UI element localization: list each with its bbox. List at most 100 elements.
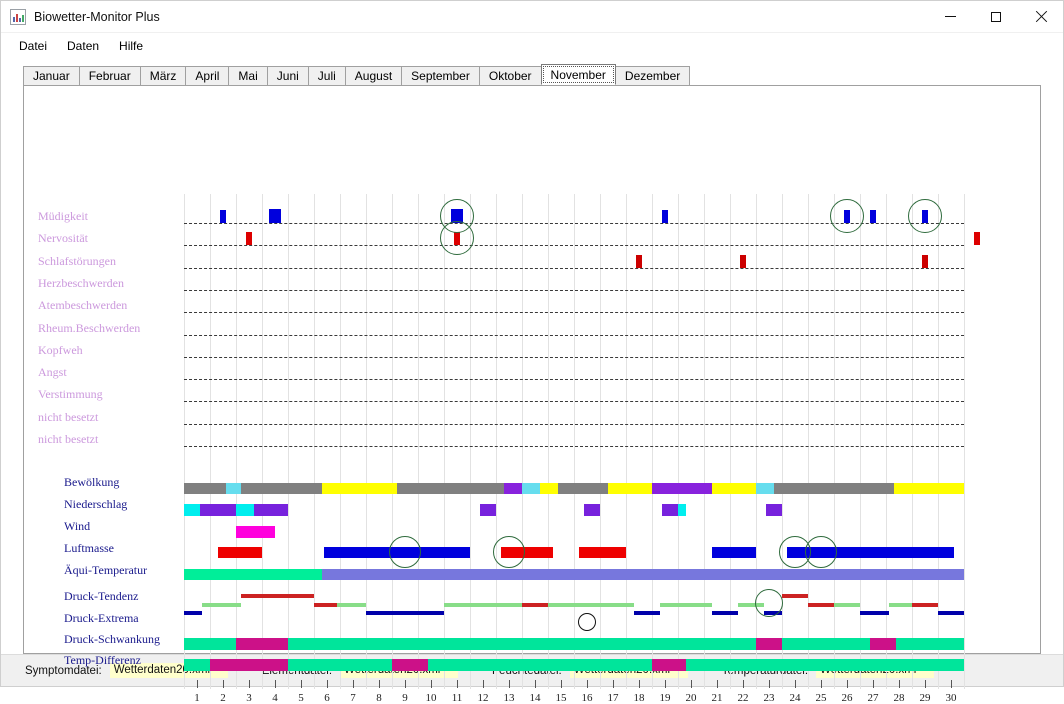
band-7-2 (288, 638, 756, 650)
band-8-0 (184, 659, 210, 671)
app-window: Biowetter-Monitor Plus Datei Daten Hilfe… (0, 0, 1064, 687)
tendency-seg-18 (889, 603, 912, 607)
weather-label-0: Bewölkung (64, 475, 119, 490)
weather-label-6: Druck-Extrema (64, 611, 139, 626)
chart-panel: MüdigkeitNervositätSchlafstörungenHerzbe… (23, 85, 1041, 654)
tab-august[interactable]: August (345, 66, 402, 85)
day-label-3: 3 (239, 692, 259, 704)
band-7-0 (184, 638, 236, 650)
tab-juni[interactable]: Juni (267, 66, 309, 85)
day-label-29: 29 (915, 692, 935, 704)
symptom-label-8: Verstimmung (38, 387, 103, 402)
symptom-mark-11 (740, 255, 746, 268)
day-label-24: 24 (785, 692, 805, 704)
baseline-row-1 (184, 245, 964, 246)
tab-märz[interactable]: März (140, 66, 187, 85)
symptom-label-4: Atembeschwerden (38, 298, 127, 313)
band-1-6 (662, 504, 678, 516)
annotation-circle-4 (389, 536, 421, 568)
tendency-seg-9 (634, 611, 660, 615)
tendency-seg-16 (834, 603, 860, 607)
weather-label-4: Äqui-Temperatur (64, 563, 147, 578)
day-label-28: 28 (889, 692, 909, 704)
band-0-13 (774, 483, 894, 494)
day-label-5: 5 (291, 692, 311, 704)
tendency-seg-2 (241, 594, 314, 598)
band-0-5 (504, 483, 522, 494)
weather-label-1: Niederschlag (64, 497, 127, 512)
band-0-4 (397, 483, 504, 494)
band-8-4 (428, 659, 652, 671)
biowetter-plot: MüdigkeitNervositätSchlafstörungenHerzbe… (24, 86, 1040, 653)
day-label-7: 7 (343, 692, 363, 704)
symptom-label-6: Kopfweh (38, 343, 83, 358)
day-label-11: 11 (447, 692, 467, 704)
close-button[interactable] (1018, 1, 1063, 32)
symptom-mark-12 (922, 255, 928, 268)
menu-hilfe[interactable]: Hilfe (109, 36, 153, 56)
band-1-3 (254, 504, 288, 516)
month-tabstrip: JanuarFebruarMärzAprilMaiJuniJuliAugustS… (23, 65, 1063, 85)
tab-april[interactable]: April (185, 66, 229, 85)
day-label-1: 1 (187, 692, 207, 704)
day-label-19: 19 (655, 692, 675, 704)
band-0-9 (608, 483, 652, 494)
symptom-label-9: nicht besetzt (38, 410, 98, 425)
day-label-13: 13 (499, 692, 519, 704)
band-4-1 (322, 569, 964, 580)
tab-juli[interactable]: Juli (308, 66, 346, 85)
window-title: Biowetter-Monitor Plus (34, 10, 928, 24)
baseline-row-10 (184, 446, 964, 447)
band-0-8 (558, 483, 607, 494)
day-label-21: 21 (707, 692, 727, 704)
tendency-seg-10 (660, 603, 712, 607)
tab-mai[interactable]: Mai (228, 66, 267, 85)
band-2-0 (236, 526, 275, 538)
band-0-6 (522, 483, 540, 494)
band-4-0 (184, 569, 322, 580)
weather-label-8: Temp-Differenz (64, 653, 141, 668)
menu-daten[interactable]: Daten (57, 36, 109, 56)
minimize-button[interactable] (928, 1, 973, 32)
baseline-row-7 (184, 379, 964, 380)
symptom-label-3: Herzbeschwerden (38, 276, 124, 291)
day-label-8: 8 (369, 692, 389, 704)
day-label-18: 18 (629, 692, 649, 704)
baseline-row-9 (184, 424, 964, 425)
tendency-seg-17 (860, 611, 889, 615)
tendency-seg-7 (522, 603, 548, 607)
annotation-circle-8 (755, 589, 783, 617)
annotation-circle-7 (805, 536, 837, 568)
band-7-6 (896, 638, 964, 650)
close-icon (1035, 11, 1047, 23)
band-8-2 (288, 659, 392, 671)
tendency-seg-3 (314, 603, 337, 607)
band-0-11 (712, 483, 756, 494)
band-8-6 (686, 659, 964, 671)
tab-november[interactable]: November (541, 64, 616, 85)
day-label-14: 14 (525, 692, 545, 704)
gridline-v (964, 194, 965, 689)
tab-september[interactable]: September (401, 66, 480, 85)
symptom-mark-7 (246, 232, 252, 245)
minimize-icon (945, 16, 956, 17)
band-1-8 (766, 504, 782, 516)
day-label-17: 17 (603, 692, 623, 704)
band-8-1 (210, 659, 288, 671)
baseline-row-4 (184, 312, 964, 313)
tab-dezember[interactable]: Dezember (615, 66, 690, 85)
annotation-circle-1 (440, 221, 474, 255)
band-1-2 (236, 504, 254, 516)
day-label-4: 4 (265, 692, 285, 704)
menu-bar: Datei Daten Hilfe (1, 33, 1063, 58)
tendency-seg-5 (366, 611, 444, 615)
tab-oktober[interactable]: Oktober (479, 66, 542, 85)
menu-datei[interactable]: Datei (9, 36, 57, 56)
weather-label-2: Wind (64, 519, 90, 534)
maximize-button[interactable] (973, 1, 1018, 32)
day-label-25: 25 (811, 692, 831, 704)
tab-januar[interactable]: Januar (23, 66, 80, 85)
tendency-seg-4 (337, 603, 366, 607)
symptom-label-1: Nervosität (38, 231, 88, 246)
tab-februar[interactable]: Februar (79, 66, 141, 85)
